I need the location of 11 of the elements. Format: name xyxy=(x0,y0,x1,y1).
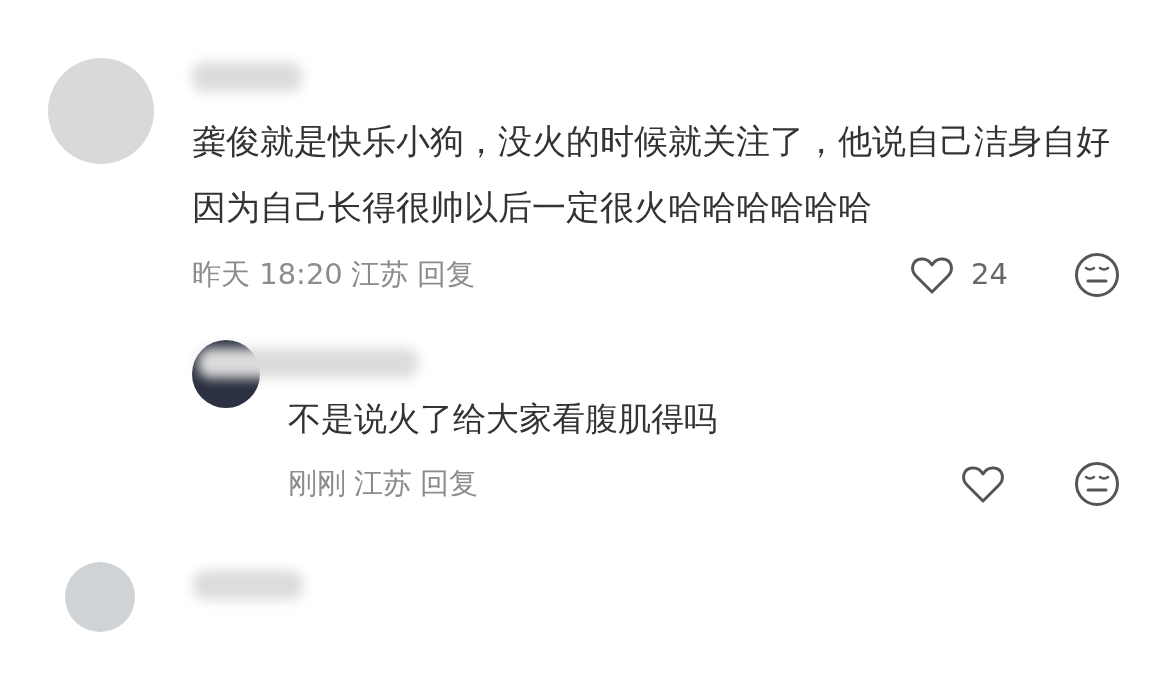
reply-link[interactable]: 回复 xyxy=(420,462,478,506)
comment-location: 江苏 xyxy=(354,465,412,503)
reply-text: 不是说火了给大家看腹肌得吗 xyxy=(288,398,718,440)
comment-time: 昨天 18:20 xyxy=(192,256,343,294)
reply-link[interactable]: 回复 xyxy=(416,253,475,297)
comment-text: 龚俊就是快乐小狗，没火的时候就关注了，他说自己洁身自好因为自己长得很帅以后一定很火哈哈哈哈哈哈 xyxy=(192,120,1111,229)
like-count: 24 xyxy=(971,256,1008,294)
comment-time: 刚刚 xyxy=(288,465,346,503)
emoji-face-icon[interactable] xyxy=(1074,252,1120,298)
comment-location: 江苏 xyxy=(350,256,409,294)
emoji-face-icon[interactable] xyxy=(1074,461,1120,507)
